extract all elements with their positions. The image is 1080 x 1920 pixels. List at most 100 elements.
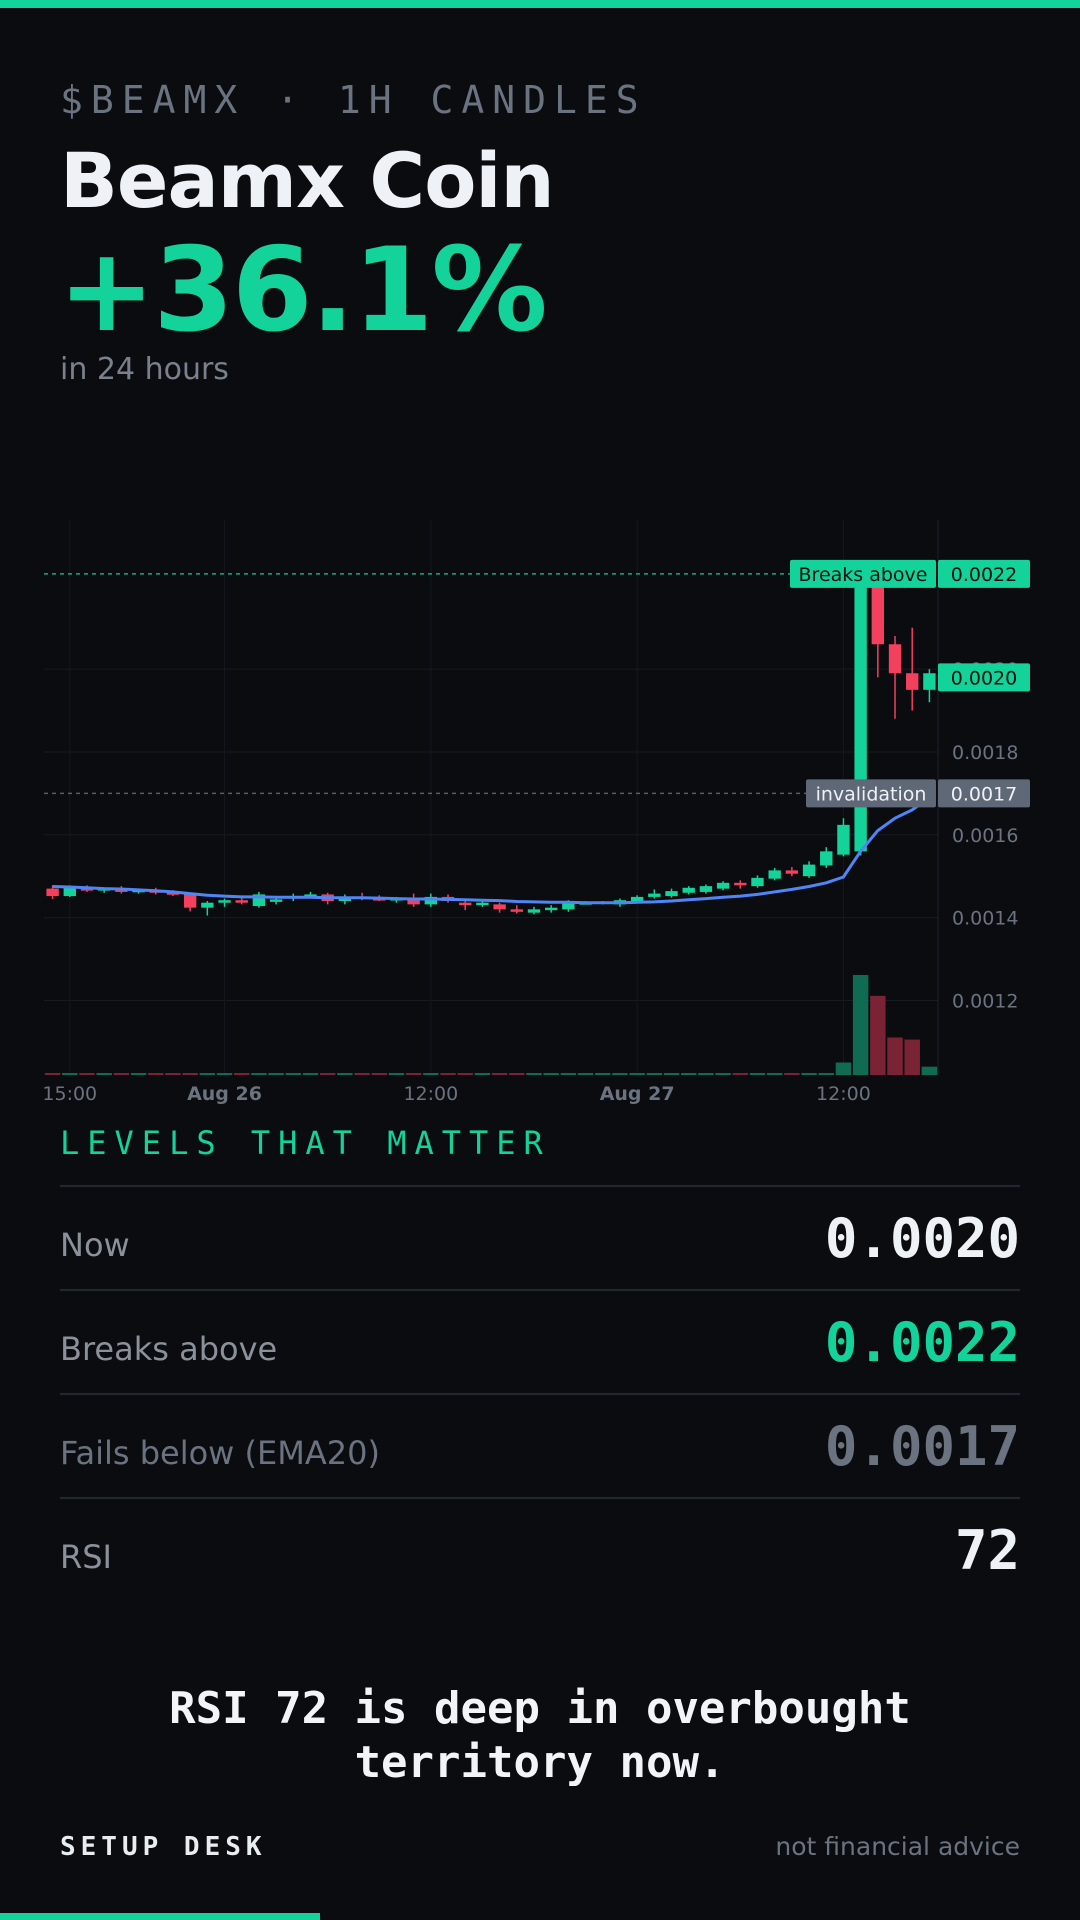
level-value: 0.0017 [824,1414,1020,1478]
ema20-line [52,796,931,905]
candle-body [544,907,558,911]
volume-bar [629,1073,645,1075]
volume-bar [852,975,869,1075]
volume-bar [543,1073,559,1075]
y-tick-label: 0.0014 [952,908,1018,930]
candle-body [854,586,867,852]
candlestick-chart: 0.0012 0.0014 0.0016 0.0018 0.0020 15:00 Aug 2… [42,520,1030,1105]
level-tag-label: Breaks above [799,564,928,586]
volume-bar [388,1073,405,1075]
volume-bar [302,1073,319,1075]
volume-bar [79,1073,95,1075]
candle-body [269,899,283,902]
volume-bar [680,1073,697,1075]
brand-label: SETUP DESK [60,1832,267,1862]
candle-body [699,886,713,892]
level-row-fails-below: Fails below (EMA20) 0.0017 [60,1393,1020,1497]
rsi-note-line-2: territory now. [354,1737,726,1788]
level-label: Now [60,1226,130,1264]
candle-body [923,673,936,690]
level-row-rsi: RSI 72 [60,1497,1020,1601]
volume-bar [749,1073,766,1075]
volume-bar [766,1073,783,1075]
level-label: Fails below (EMA20) [60,1434,380,1472]
bottom-accent-bar [0,1913,320,1920]
candle-body [751,877,764,887]
volume-bar [440,1073,456,1075]
levels-heading: LEVELS THAT MATTER [60,1124,551,1162]
candle-body [218,900,231,903]
volume-bar [268,1073,284,1075]
candle-body [785,870,799,874]
volume-bar [904,1039,920,1075]
candle-body [888,644,902,674]
volume-bar [148,1073,164,1075]
candle-body [183,894,197,908]
volume-bar [371,1073,387,1075]
level-label: Breaks above [60,1330,278,1368]
x-tick-label: Aug 27 [600,1083,675,1105]
candle-body [493,904,506,910]
volume-bar [801,1073,817,1075]
candle-body [768,870,781,879]
candle-body [820,851,833,866]
candle-body [630,896,644,902]
volume-bar [835,1062,852,1075]
volume-bar [921,1066,938,1075]
volume-bar [354,1073,370,1075]
price-change: +36.1% [58,223,548,358]
volume-bar [165,1073,181,1075]
volume-bar [405,1073,422,1075]
volume-bar [182,1073,198,1075]
volume-bar [646,1073,663,1075]
candle-body [459,902,472,906]
candle-body [734,882,747,886]
coin-title: Beamx Coin [60,136,555,225]
volume-bar [526,1073,542,1075]
last-price-label: 0.0020 [951,667,1017,689]
candle-body [63,887,76,897]
volume-bar [560,1073,577,1075]
candle-body [476,902,489,906]
ticker-label: $BEAMX · 1H CANDLES [60,78,647,122]
top-accent-bar [0,0,1080,8]
volume-bar [251,1073,267,1075]
volume-bar [199,1073,216,1075]
candle-body [802,864,816,877]
volume-bar [62,1073,78,1075]
volume-bar [577,1073,594,1075]
volume-bar [612,1073,628,1075]
volume-bar [130,1073,147,1075]
level-price-label: 0.0022 [951,564,1017,586]
rsi-note-line-1: RSI 72 is deep in overbought [169,1683,911,1734]
volume-bar [509,1073,525,1075]
x-tick-label: 12:00 [403,1083,458,1105]
candle-body [906,673,919,690]
volume-bar [319,1073,336,1075]
levels-table: Now 0.0020 Breaks above 0.0022 Fails bel… [60,1185,1020,1601]
candle-body [682,887,695,893]
level-label: RSI [60,1538,112,1576]
y-tick-label: 0.0018 [952,742,1018,764]
volume-bar [595,1073,611,1075]
volume-bar [423,1073,439,1075]
level-row-now: Now 0.0020 [60,1185,1020,1289]
volume-bar [698,1073,714,1075]
y-tick-label: 0.0012 [952,990,1018,1012]
volume-bar [44,1073,61,1075]
candle-body [527,909,541,913]
level-tag-label: invalidation [816,783,927,805]
candle-body [716,882,730,889]
volume-bar [784,1073,800,1075]
volume-bar [887,1037,903,1075]
volume-bar [715,1073,731,1075]
x-tick-label: Aug 26 [187,1083,262,1105]
volume-bar [474,1073,491,1075]
candle-body [510,909,523,912]
disclaimer: not financial advice [775,1832,1020,1861]
volume-bar [663,1073,680,1075]
level-value: 72 [954,1518,1020,1582]
candle-body [871,586,885,645]
candle-body [837,824,850,855]
volume-bar [285,1073,302,1075]
